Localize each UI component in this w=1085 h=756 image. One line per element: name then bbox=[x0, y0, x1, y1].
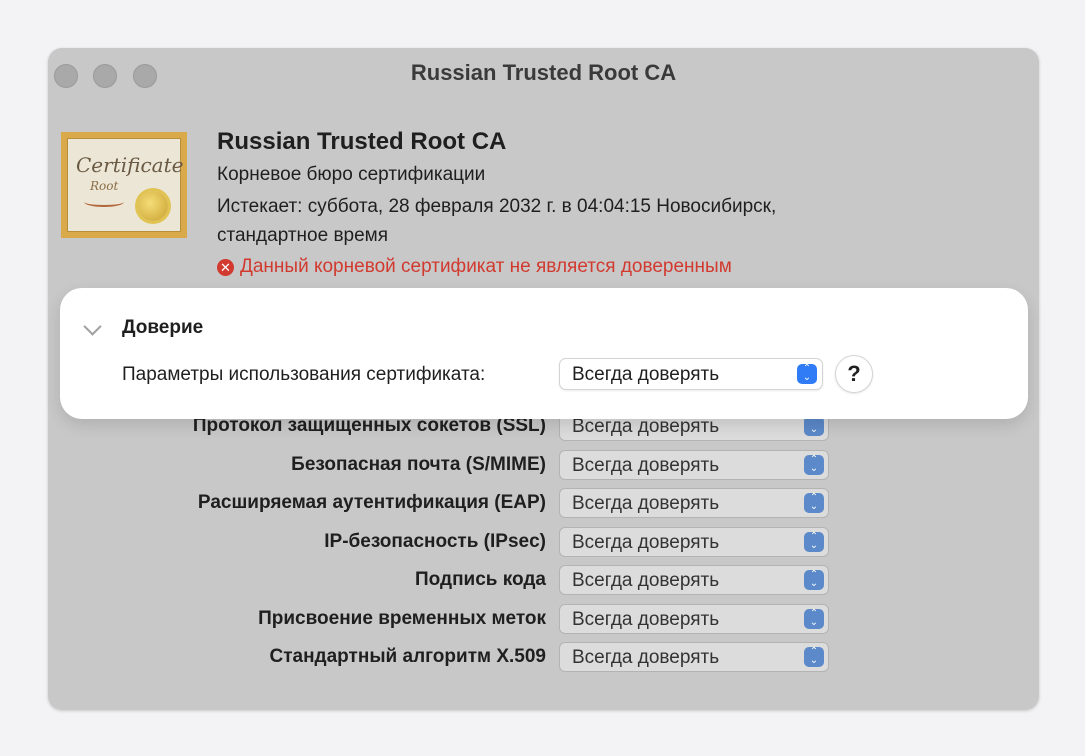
policy-popup[interactable]: Всегда доверять ⌃ ⌄ bbox=[559, 565, 829, 595]
policy-label: Присвоение временных меток bbox=[258, 608, 546, 629]
trust-warning: ✕ Данный корневой сертификат не является… bbox=[217, 256, 732, 278]
up-down-chevron-icon: ⌃ ⌄ bbox=[804, 647, 824, 667]
policy-popup-value: Всегда доверять bbox=[572, 493, 720, 514]
policy-row: Безопасная почта (S/MIME) Всегда доверять… bbox=[48, 450, 1039, 482]
up-down-chevron-icon: ⌃ ⌄ bbox=[804, 532, 824, 552]
policy-popup[interactable]: Всегда доверять ⌃ ⌄ bbox=[559, 604, 829, 634]
flourish-icon bbox=[84, 197, 124, 207]
policy-popup[interactable]: Всегда доверять ⌃ ⌄ bbox=[559, 488, 829, 518]
policy-popup-value: Всегда доверять bbox=[572, 647, 720, 668]
up-down-chevron-icon: ⌃ ⌄ bbox=[804, 416, 824, 436]
policy-row: Подпись кода Всегда доверять ⌃ ⌄ bbox=[48, 565, 1039, 597]
policy-popup-value: Всегда доверять bbox=[572, 609, 720, 630]
up-down-chevron-icon: ⌃ ⌄ bbox=[804, 455, 824, 475]
certificate-name: Russian Trusted Root CA bbox=[217, 128, 507, 155]
window-title: Russian Trusted Root CA bbox=[410, 60, 677, 85]
policy-popup-value: Всегда доверять bbox=[572, 416, 720, 437]
up-down-chevron-icon: ⌃ ⌄ bbox=[804, 570, 824, 590]
policy-label: IP-безопасность (IPsec) bbox=[324, 531, 546, 552]
help-button[interactable]: ? bbox=[835, 355, 873, 393]
certificate-expiry: Истекает: суббота, 28 февраля 2032 г. в … bbox=[217, 196, 777, 217]
policy-row: Присвоение временных меток Всегда доверят… bbox=[48, 604, 1039, 636]
policy-row: Стандартный алгоритм X.509 Всегда доверят… bbox=[48, 642, 1039, 674]
usage-popup-value: Всегда доверять bbox=[572, 364, 720, 385]
trust-warning-text: Данный корневой сертификат не является д… bbox=[240, 256, 732, 277]
policy-popup[interactable]: Всегда доверять ⌃ ⌄ bbox=[559, 527, 829, 557]
certificate-expiry-tz: стандартное время bbox=[217, 225, 389, 246]
policy-label: Расширяемая аутентификация (EAP) bbox=[197, 492, 546, 513]
policy-popup-value: Всегда доверять bbox=[572, 570, 720, 591]
policy-row: Расширяемая аутентификация (EAP) Всегда д… bbox=[48, 488, 1039, 520]
policy-label: Безопасная почта (S/MIME) bbox=[291, 454, 546, 475]
trust-section: Доверие Параметры использования сертифик… bbox=[60, 288, 1028, 419]
policy-row: IP-безопасность (IPsec) Всегда доверять ⌃ ⌄ bbox=[48, 527, 1039, 559]
usage-popup[interactable]: Всегда доверять ⌃ ⌄ bbox=[559, 358, 823, 390]
x-circle-icon: ✕ bbox=[217, 258, 234, 276]
policy-popup-value: Всегда доверять bbox=[572, 532, 720, 553]
up-down-chevron-icon: ⌃ ⌄ bbox=[804, 609, 824, 629]
policy-label: Подпись кода bbox=[415, 569, 546, 590]
certificate-icon: Certificate Root bbox=[61, 132, 187, 238]
chevron-down-icon[interactable] bbox=[83, 317, 102, 336]
policy-popup[interactable]: Всегда доверять ⌃ ⌄ bbox=[559, 642, 829, 672]
up-down-chevron-icon: ⌃ ⌄ bbox=[797, 364, 817, 384]
up-down-chevron-icon: ⌃ ⌄ bbox=[804, 493, 824, 513]
certificate-icon-sub: Root bbox=[90, 179, 119, 193]
seal-icon bbox=[138, 191, 168, 221]
policy-popup-value: Всегда доверять bbox=[572, 455, 720, 476]
certificate-icon-word: Certificate bbox=[76, 153, 184, 177]
trust-section-title: Доверие bbox=[122, 317, 204, 338]
policy-label: Стандартный алгоритм X.509 bbox=[269, 646, 546, 667]
policy-popup[interactable]: Всегда доверять ⌃ ⌄ bbox=[559, 450, 829, 480]
certificate-type: Корневое бюро сертификации bbox=[217, 164, 486, 185]
usage-label: Параметры использования сертификата: bbox=[122, 364, 486, 385]
